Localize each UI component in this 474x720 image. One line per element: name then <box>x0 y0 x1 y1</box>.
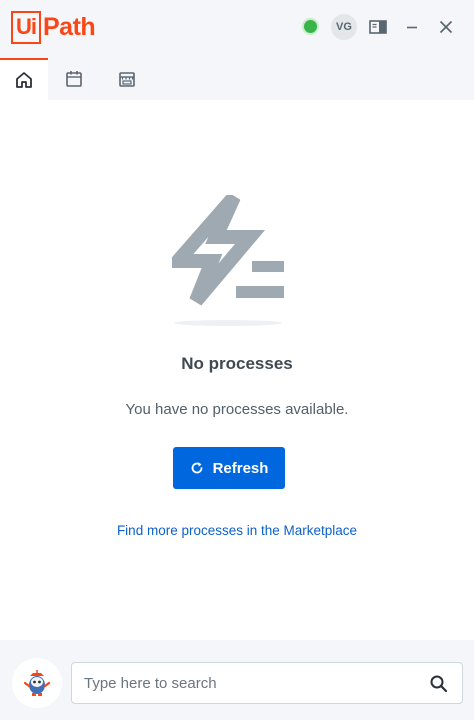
marketplace-link[interactable]: Find more processes in the Marketplace <box>0 523 474 538</box>
title-bar: Ui Path VG <box>0 0 474 58</box>
home-icon <box>16 72 32 88</box>
calendar-icon <box>66 71 82 87</box>
search-box <box>71 662 463 704</box>
logo-box: Ui <box>11 10 41 44</box>
panel-toggle-icon[interactable] <box>368 17 388 37</box>
main-content: No processes You have no processes avail… <box>0 100 474 640</box>
robot-avatar-icon[interactable] <box>12 658 62 708</box>
empty-state-title: No processes <box>181 354 293 373</box>
tab-calendar[interactable] <box>50 58 98 100</box>
search-input[interactable] <box>72 663 422 703</box>
minimize-icon[interactable] <box>402 17 422 37</box>
store-icon <box>119 72 135 87</box>
close-icon[interactable] <box>436 17 456 37</box>
refresh-button[interactable]: Refresh <box>173 447 285 489</box>
user-avatar[interactable]: VG <box>331 14 357 40</box>
tab-home[interactable] <box>0 58 48 100</box>
tab-bar <box>0 58 474 100</box>
refresh-icon <box>191 462 202 474</box>
uipath-logo: Ui Path <box>11 10 96 44</box>
status-indicator[interactable] <box>302 18 319 35</box>
empty-state-description: You have no processes available. <box>125 401 349 418</box>
lightning-processes-illustration <box>172 195 284 326</box>
tab-marketplace[interactable] <box>103 58 151 100</box>
search-icon[interactable] <box>429 674 449 694</box>
logo-text: Path <box>43 12 96 41</box>
footer-bar <box>0 640 474 720</box>
refresh-label: Refresh <box>212 459 269 477</box>
